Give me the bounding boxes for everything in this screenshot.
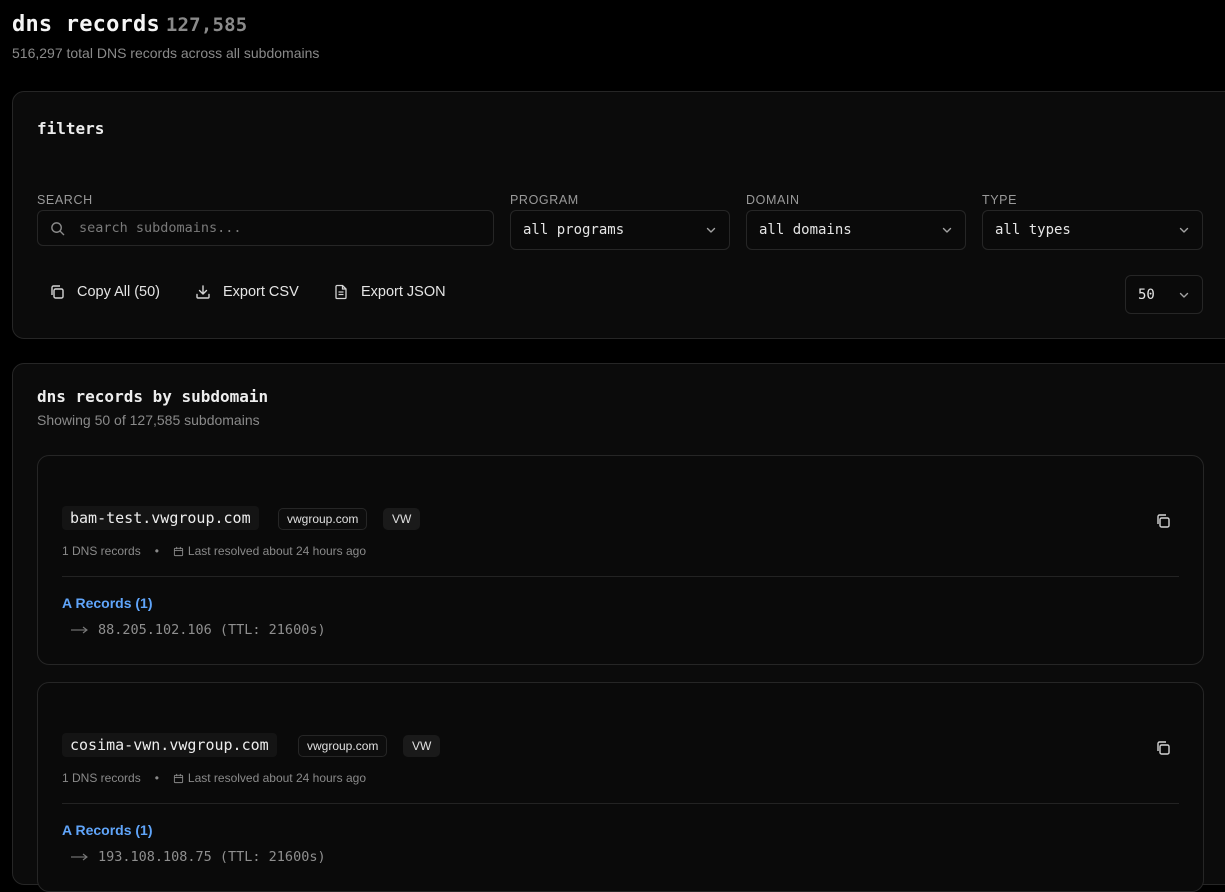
program-badge: VW: [383, 508, 421, 530]
program-select[interactable]: all programs: [510, 210, 730, 250]
separator-dot: •: [154, 771, 159, 785]
record-group-title[interactable]: A Records (1): [62, 822, 153, 838]
page-title: dns records 127,585: [12, 12, 319, 37]
export-csv-button[interactable]: Export CSV: [195, 284, 299, 300]
search-icon: [50, 221, 65, 236]
chevron-down-icon: [1178, 289, 1190, 301]
page-size-select[interactable]: 50: [1125, 275, 1203, 314]
search-field[interactable]: [37, 210, 494, 246]
copy-icon[interactable]: [1155, 740, 1171, 761]
arrow-right-icon: [70, 852, 90, 862]
page-header: dns records 127,585 516,297 total DNS rec…: [12, 12, 319, 61]
search-label: SEARCH: [37, 193, 93, 207]
domain-select-value: all domains: [759, 222, 852, 238]
program-label: PROGRAM: [510, 193, 579, 207]
chevron-down-icon: [1178, 224, 1190, 236]
file-text-icon: [333, 284, 349, 300]
divider: [62, 803, 1179, 804]
dns-records-card: dns records by subdomain Showing 50 of 1…: [12, 363, 1225, 892]
subdomain-card: cosima-vwn.vwgroup.com vwgroup.com VW 1 …: [37, 682, 1204, 892]
program-select-value: all programs: [523, 222, 625, 238]
subdomain-meta: 1 DNS records • Last resolved about 24 h…: [62, 544, 366, 558]
last-resolved: Last resolved about 24 hours ago: [187, 544, 367, 558]
copy-icon: [49, 284, 65, 300]
page-title-text: dns records: [12, 12, 160, 37]
filters-card: filters SEARCH PROGRAM all programs DOMA…: [12, 91, 1225, 339]
page-size-value: 50: [1138, 286, 1155, 303]
program-badge: VW: [403, 735, 441, 757]
records-subtitle: Showing 50 of 127,585 subdomains: [37, 412, 260, 428]
record-value-text: 193.108.108.75 (TTL: 21600s): [98, 849, 326, 865]
dns-record-count: 1 DNS records: [62, 544, 141, 558]
subdomain-name[interactable]: cosima-vwn.vwgroup.com: [62, 733, 277, 757]
copy-all-label: Copy All (50): [77, 284, 161, 300]
domain-badge: vwgroup.com: [278, 508, 368, 530]
domain-label: DOMAIN: [746, 193, 800, 207]
last-resolved: Last resolved about 24 hours ago: [187, 771, 367, 785]
arrow-right-icon: [70, 625, 90, 635]
page-subtitle: 516,297 total DNS records across all sub…: [12, 45, 320, 61]
export-json-label: Export JSON: [361, 284, 446, 300]
subdomain-name[interactable]: bam-test.vwgroup.com: [62, 506, 259, 530]
copy-all-button[interactable]: Copy All (50): [49, 284, 160, 300]
search-input[interactable]: [77, 219, 481, 237]
copy-icon[interactable]: [1155, 513, 1171, 534]
type-select[interactable]: all types: [982, 210, 1203, 250]
subdomain-card: bam-test.vwgroup.com vwgroup.com VW 1 DN…: [37, 455, 1204, 665]
export-json-button[interactable]: Export JSON: [333, 284, 446, 300]
filters-title: filters: [37, 119, 105, 138]
download-icon: [195, 284, 211, 300]
chevron-down-icon: [705, 224, 717, 236]
subdomain-meta: 1 DNS records • Last resolved about 24 h…: [62, 771, 366, 785]
divider: [62, 576, 1179, 577]
domain-select[interactable]: all domains: [746, 210, 966, 250]
record-value-text: 88.205.102.106 (TTL: 21600s): [98, 622, 326, 638]
type-select-value: all types: [995, 222, 1071, 238]
dns-record-count: 1 DNS records: [62, 771, 141, 785]
export-csv-label: Export CSV: [223, 284, 299, 300]
record-count: 127,585: [165, 14, 248, 36]
chevron-down-icon: [941, 224, 953, 236]
records-title: dns records by subdomain: [37, 387, 269, 406]
separator-dot: •: [154, 544, 159, 558]
type-label: TYPE: [982, 193, 1018, 207]
record-value: 193.108.108.75 (TTL: 21600s): [70, 849, 326, 865]
record-group-title[interactable]: A Records (1): [62, 595, 153, 611]
calendar-icon: [173, 773, 184, 784]
record-value: 88.205.102.106 (TTL: 21600s): [70, 622, 326, 638]
calendar-icon: [173, 546, 184, 557]
domain-badge: vwgroup.com: [298, 735, 388, 757]
